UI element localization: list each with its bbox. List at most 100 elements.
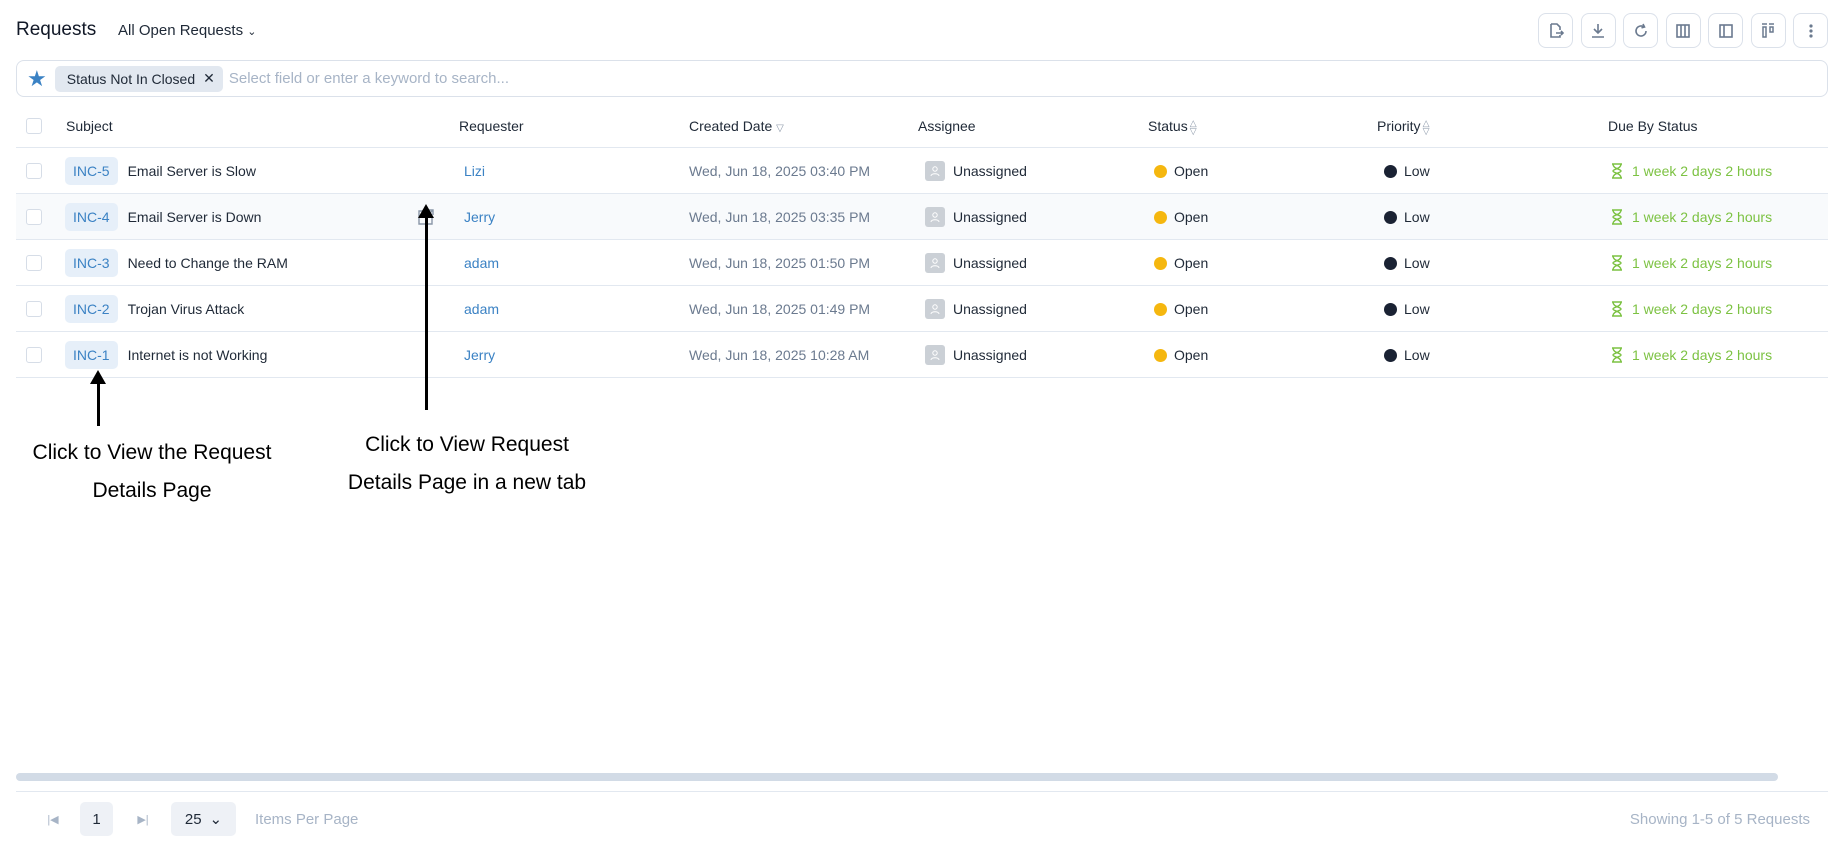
first-page-icon[interactable]: |◀ xyxy=(42,802,64,836)
annotation-line: Click to View the Request xyxy=(32,441,272,464)
subject[interactable]: Email Server is Down xyxy=(128,209,262,225)
sort-desc-icon[interactable]: ▽ xyxy=(776,123,784,134)
column-subject[interactable]: Subject xyxy=(66,118,113,134)
requester-link[interactable]: Lizi xyxy=(464,148,485,194)
table-row[interactable]: INC-3 Need to Change the RAM adam Wed, Ju… xyxy=(16,240,1828,286)
table-row[interactable]: INC-4 Email Server is Down Jerry Wed, Jun… xyxy=(16,194,1828,240)
view-label: All Open Requests xyxy=(118,22,244,39)
page-title: Requests xyxy=(16,19,97,40)
chevron-down-icon: ⌄ xyxy=(247,26,257,38)
sort-icon[interactable]: △ ▽ xyxy=(1423,119,1430,136)
created-date: Wed, Jun 18, 2025 10:28 AM xyxy=(689,347,870,363)
user-avatar-icon xyxy=(925,345,945,365)
priority-dot-icon xyxy=(1384,210,1397,224)
annotation-line: Details Page in a new tab xyxy=(347,471,587,494)
requester-link[interactable]: adam xyxy=(464,240,499,286)
status-dot-icon xyxy=(1154,210,1167,224)
sort-icon[interactable]: △ ▽ xyxy=(1190,119,1197,136)
status-dot-icon xyxy=(1154,302,1167,316)
assignee[interactable]: Unassigned xyxy=(953,163,1027,179)
status[interactable]: Open xyxy=(1174,255,1208,271)
due-by-status: 1 week 2 days 2 hours xyxy=(1632,255,1773,271)
column-created-date[interactable]: Created Date ▽ xyxy=(689,118,784,134)
close-icon[interactable]: ✕ xyxy=(203,70,215,87)
column-label: Created Date xyxy=(689,118,773,134)
row-checkbox[interactable] xyxy=(26,301,42,317)
priority[interactable]: Low xyxy=(1404,163,1430,179)
user-avatar-icon xyxy=(925,299,945,319)
star-icon[interactable]: ★ xyxy=(27,66,47,92)
row-checkbox[interactable] xyxy=(26,347,42,363)
subject[interactable]: Trojan Virus Attack xyxy=(128,301,245,317)
select-all-checkbox[interactable] xyxy=(26,118,42,134)
row-checkbox[interactable] xyxy=(26,255,42,271)
hourglass-icon xyxy=(1612,163,1622,179)
column-status[interactable]: Status △ ▽ xyxy=(1148,118,1197,136)
refresh-button[interactable] xyxy=(1623,13,1658,48)
created-date: Wed, Jun 18, 2025 03:40 PM xyxy=(689,163,871,179)
row-checkbox[interactable] xyxy=(26,163,42,179)
annotation-line: Click to View Request xyxy=(365,433,569,456)
divider xyxy=(16,791,1828,792)
subject[interactable]: Internet is not Working xyxy=(128,347,268,363)
user-avatar-icon xyxy=(925,161,945,181)
request-id-link[interactable]: INC-4 xyxy=(65,203,118,231)
requester-link[interactable]: Jerry xyxy=(464,194,495,240)
assignee[interactable]: Unassigned xyxy=(953,347,1027,363)
request-id-link[interactable]: INC-5 xyxy=(65,157,118,185)
table-row[interactable]: INC-2 Trojan Virus Attack adam Wed, Jun 1… xyxy=(16,286,1828,332)
request-id-link[interactable]: INC-2 xyxy=(65,295,118,323)
pagination-summary: Showing 1-5 of 5 Requests xyxy=(1629,810,1810,828)
hourglass-icon xyxy=(1612,347,1622,363)
view-selector[interactable]: All Open Requests ⌄ xyxy=(118,22,256,39)
layout-button[interactable] xyxy=(1750,13,1786,48)
request-id-link[interactable]: INC-1 xyxy=(65,341,118,369)
hourglass-icon xyxy=(1612,301,1622,317)
assignee[interactable]: Unassigned xyxy=(953,301,1027,317)
search-bar[interactable]: ★ Status Not In Closed ✕ xyxy=(16,60,1828,97)
annotation-arrow xyxy=(97,380,100,426)
priority[interactable]: Low xyxy=(1404,255,1430,271)
more-button[interactable] xyxy=(1793,13,1828,48)
column-assignee[interactable]: Assignee xyxy=(918,118,976,134)
panel-button[interactable] xyxy=(1708,13,1743,48)
priority[interactable]: Low xyxy=(1404,209,1430,225)
subject[interactable]: Email Server is Slow xyxy=(128,163,256,179)
status-dot-icon xyxy=(1154,164,1167,178)
assignee[interactable]: Unassigned xyxy=(953,255,1027,271)
status-dot-icon xyxy=(1154,256,1167,270)
page-1-button[interactable]: 1 xyxy=(80,802,113,836)
subject[interactable]: Need to Change the RAM xyxy=(128,255,288,271)
status[interactable]: Open xyxy=(1174,209,1208,225)
refresh-icon xyxy=(1634,23,1647,37)
search-input[interactable] xyxy=(228,70,829,87)
hourglass-icon xyxy=(1612,255,1622,271)
requester-link[interactable]: Jerry xyxy=(464,332,495,378)
column-requester[interactable]: Requester xyxy=(459,118,524,134)
priority[interactable]: Low xyxy=(1404,347,1430,363)
per-page-label: Items Per Page xyxy=(255,810,359,828)
per-page-select[interactable]: 25 ⌄ xyxy=(171,802,236,836)
row-checkbox[interactable] xyxy=(26,209,42,225)
status[interactable]: Open xyxy=(1174,163,1208,179)
request-id-link[interactable]: INC-3 xyxy=(65,249,118,277)
assignee[interactable]: Unassigned xyxy=(953,209,1027,225)
chevron-down-icon: ⌄ xyxy=(209,811,223,828)
arrow-head xyxy=(418,204,434,218)
requester-link[interactable]: adam xyxy=(464,286,499,332)
table-row[interactable]: INC-5 Email Server is Slow Lizi Wed, Jun … xyxy=(16,148,1828,194)
horizontal-scrollbar[interactable] xyxy=(16,773,1778,781)
download-button[interactable] xyxy=(1580,13,1616,48)
export-button[interactable] xyxy=(1538,13,1573,48)
status[interactable]: Open xyxy=(1174,301,1208,317)
column-due-by-status[interactable]: Due By Status xyxy=(1608,118,1698,134)
per-page-value: 25 xyxy=(184,810,202,828)
due-by-status: 1 week 2 days 2 hours xyxy=(1632,301,1773,317)
columns-button[interactable] xyxy=(1665,13,1701,48)
status-dot-icon xyxy=(1154,348,1167,362)
column-priority[interactable]: Priority △ ▽ xyxy=(1377,118,1430,136)
last-page-icon[interactable]: ▶| xyxy=(132,802,154,836)
table-row[interactable]: INC-1 Internet is not Working Jerry Wed, … xyxy=(16,332,1828,378)
status[interactable]: Open xyxy=(1174,347,1208,363)
priority[interactable]: Low xyxy=(1404,301,1430,317)
